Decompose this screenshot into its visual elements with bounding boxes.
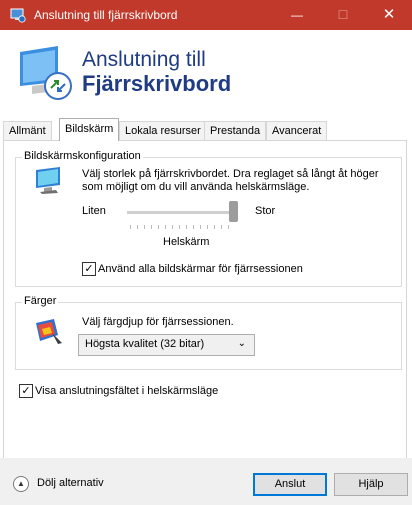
remote-desktop-icon xyxy=(10,8,26,23)
slider-ticks xyxy=(130,225,234,229)
color-depth-selected: Högsta kvalitet (32 bitar) xyxy=(85,338,205,350)
monitor-icon xyxy=(36,167,60,194)
slider-min-label: Liten xyxy=(82,205,106,217)
color-palette-icon xyxy=(36,319,62,344)
size-slider-track[interactable] xyxy=(127,211,233,214)
color-depth-select[interactable]: Högsta kvalitet (32 bitar) ⌄ xyxy=(78,334,255,356)
use-all-monitors-checkbox[interactable]: ✓ xyxy=(82,262,96,276)
header-banner: Anslutning till Fjärrskrivbord xyxy=(0,30,412,116)
size-slider-thumb[interactable] xyxy=(229,201,238,222)
remote-desktop-icon xyxy=(20,46,72,100)
display-config-legend: Bildskärmskonfiguration xyxy=(22,150,143,162)
minimize-button[interactable]: — xyxy=(274,0,320,30)
header-title-line1: Anslutning till xyxy=(82,48,206,71)
header-title-line2: Fjärrskrivbord xyxy=(82,71,232,96)
show-connection-bar-checkbox[interactable]: ✓ xyxy=(19,384,33,398)
help-button[interactable]: Hjälp xyxy=(334,473,408,496)
tab-bildskarm[interactable]: Bildskärm xyxy=(59,118,120,141)
window-title: Anslutning till fjärrskrivbord xyxy=(34,8,178,22)
tab-lokala-resurser[interactable]: Lokala resurser xyxy=(119,121,207,140)
tab-allmant[interactable]: Allmänt xyxy=(3,121,52,140)
slider-max-label: Stor xyxy=(255,205,276,217)
hide-options-link[interactable]: Dölj alternativ xyxy=(37,477,104,489)
chevron-up-circle-icon[interactable]: ▲ xyxy=(13,476,29,492)
maximize-button[interactable]: ☐ xyxy=(320,0,366,30)
tab-prestanda[interactable]: Prestanda xyxy=(204,121,267,140)
use-all-monitors-label[interactable]: Använd alla bildskärmar för fjärrsession… xyxy=(98,263,303,275)
chevron-down-icon: ⌄ xyxy=(237,338,246,349)
show-connection-bar-label[interactable]: Visa anslutningsfältet i helskärmsläge xyxy=(35,385,218,397)
connect-button[interactable]: Anslut xyxy=(253,473,327,496)
display-description: Välj storlek på fjärrskrivbordet. Dra re… xyxy=(82,168,379,193)
tab-avancerat[interactable]: Avancerat xyxy=(266,121,328,140)
title-bar: Anslutning till fjärrskrivbord — ☐ ✕ xyxy=(0,0,412,30)
close-button[interactable]: ✕ xyxy=(366,0,412,30)
colors-description: Välj färgdjup för fjärrsessionen. xyxy=(82,316,234,328)
colors-legend: Färger xyxy=(22,295,59,307)
slider-value-label: Helskärm xyxy=(163,236,210,248)
